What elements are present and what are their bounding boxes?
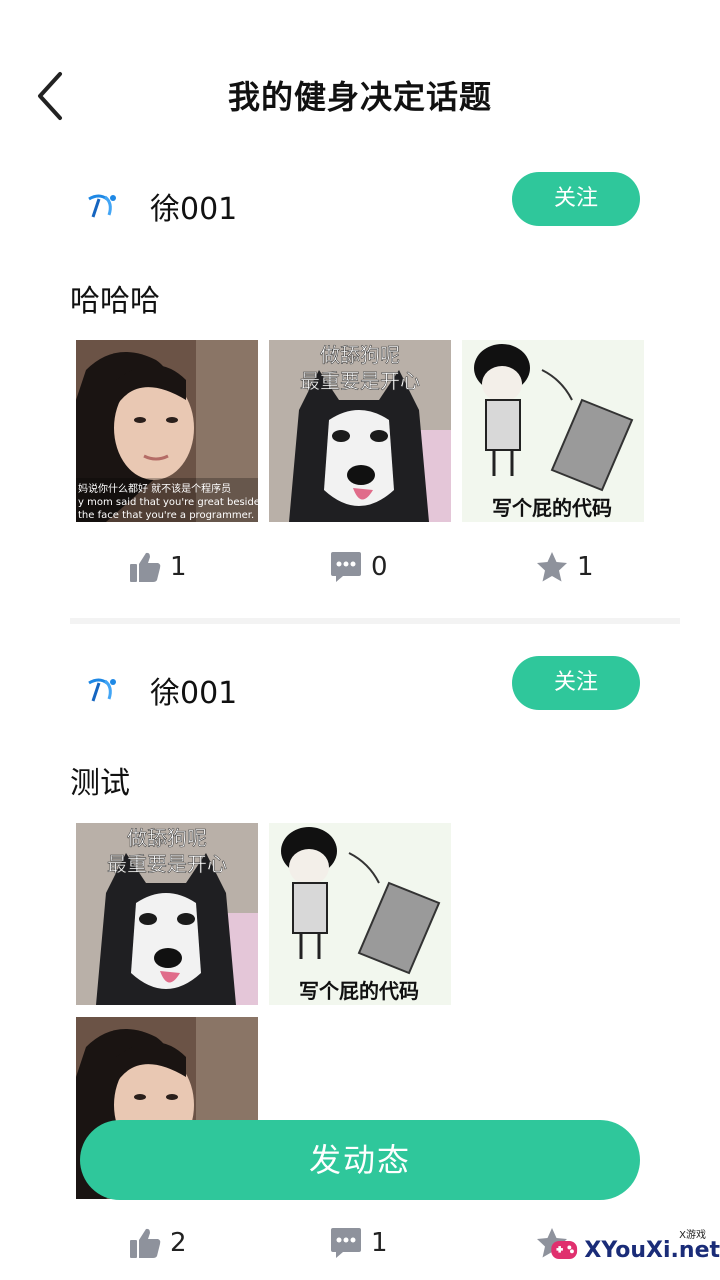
- watermark-small: X游戏: [679, 1230, 706, 1241]
- avatar[interactable]: [78, 666, 126, 714]
- post-topic: 测试: [70, 766, 130, 801]
- star-icon: [537, 552, 567, 582]
- image-caption: 最重要是开心: [300, 369, 420, 393]
- image-caption: 写个屁的代码: [299, 979, 419, 1003]
- follow-button[interactable]: 关注: [512, 172, 640, 226]
- like-stat[interactable]: 1: [128, 550, 187, 584]
- comment-icon: [331, 1228, 361, 1258]
- post-image[interactable]: 做舔狗呢 最重要是开心: [76, 823, 258, 1005]
- image-caption: 写个屁的代码: [492, 496, 612, 520]
- divider: [70, 618, 680, 624]
- girl-photo: 妈说你什么都好 就不该是个程序员 y mom said that you're …: [76, 340, 258, 522]
- image-caption: 做舔狗呢: [320, 343, 400, 367]
- comment-count: 1: [371, 1228, 388, 1258]
- like-stat[interactable]: 2: [128, 1226, 187, 1260]
- post-image[interactable]: 写个屁的代码: [462, 340, 644, 522]
- header: 我的健身决定话题: [0, 0, 720, 190]
- logo-icon: [88, 678, 116, 702]
- meme-photo: 写个屁的代码: [269, 823, 451, 1005]
- post-image[interactable]: 做舔狗呢 最重要是开心: [269, 340, 451, 522]
- image-caption: the face that you're a programmer.: [78, 510, 254, 521]
- author-name[interactable]: 徐001: [150, 184, 237, 228]
- author-name[interactable]: 徐001: [150, 668, 237, 712]
- gamepad-icon: [551, 1240, 578, 1260]
- like-count: 2: [170, 1228, 187, 1258]
- star-count: 1: [577, 552, 594, 582]
- logo-icon: [88, 194, 116, 218]
- comment-icon: [331, 552, 361, 582]
- comment-count: 0: [371, 552, 388, 582]
- husky-photo: 做舔狗呢 最重要是开心: [76, 823, 258, 1005]
- watermark-text: XYouXi.net: [584, 1237, 720, 1263]
- post-image[interactable]: 写个屁的代码: [269, 823, 451, 1005]
- thumb-up-icon: [130, 1228, 161, 1258]
- author-row: 徐001 关注: [70, 656, 650, 726]
- post-image[interactable]: 妈说你什么都好 就不该是个程序员 y mom said that you're …: [76, 340, 258, 522]
- avatar[interactable]: [78, 182, 126, 230]
- image-caption: y mom said that you're great besides: [78, 497, 258, 508]
- page-title: 我的健身决定话题: [227, 78, 492, 116]
- image-caption: 最重要是开心: [107, 852, 227, 876]
- follow-button[interactable]: 关注: [512, 656, 640, 710]
- image-caption: 妈说你什么都好 就不该是个程序员: [78, 482, 231, 495]
- post-topic: 哈哈哈: [70, 284, 160, 319]
- image-caption: 做舔狗呢: [127, 826, 207, 850]
- watermark: XYouXi.net X游戏: [550, 1220, 720, 1280]
- star-stat[interactable]: 1: [535, 550, 594, 584]
- author-row: 徐001 关注: [70, 172, 650, 242]
- post-dynamic-button[interactable]: 发动态: [80, 1120, 640, 1200]
- comment-stat[interactable]: 1: [329, 1226, 388, 1260]
- husky-photo: 做舔狗呢 最重要是开心: [269, 340, 451, 522]
- thumb-up-icon: [130, 552, 161, 582]
- comment-stat[interactable]: 0: [329, 550, 388, 584]
- like-count: 1: [170, 552, 187, 582]
- meme-photo: 写个屁的代码: [462, 340, 644, 522]
